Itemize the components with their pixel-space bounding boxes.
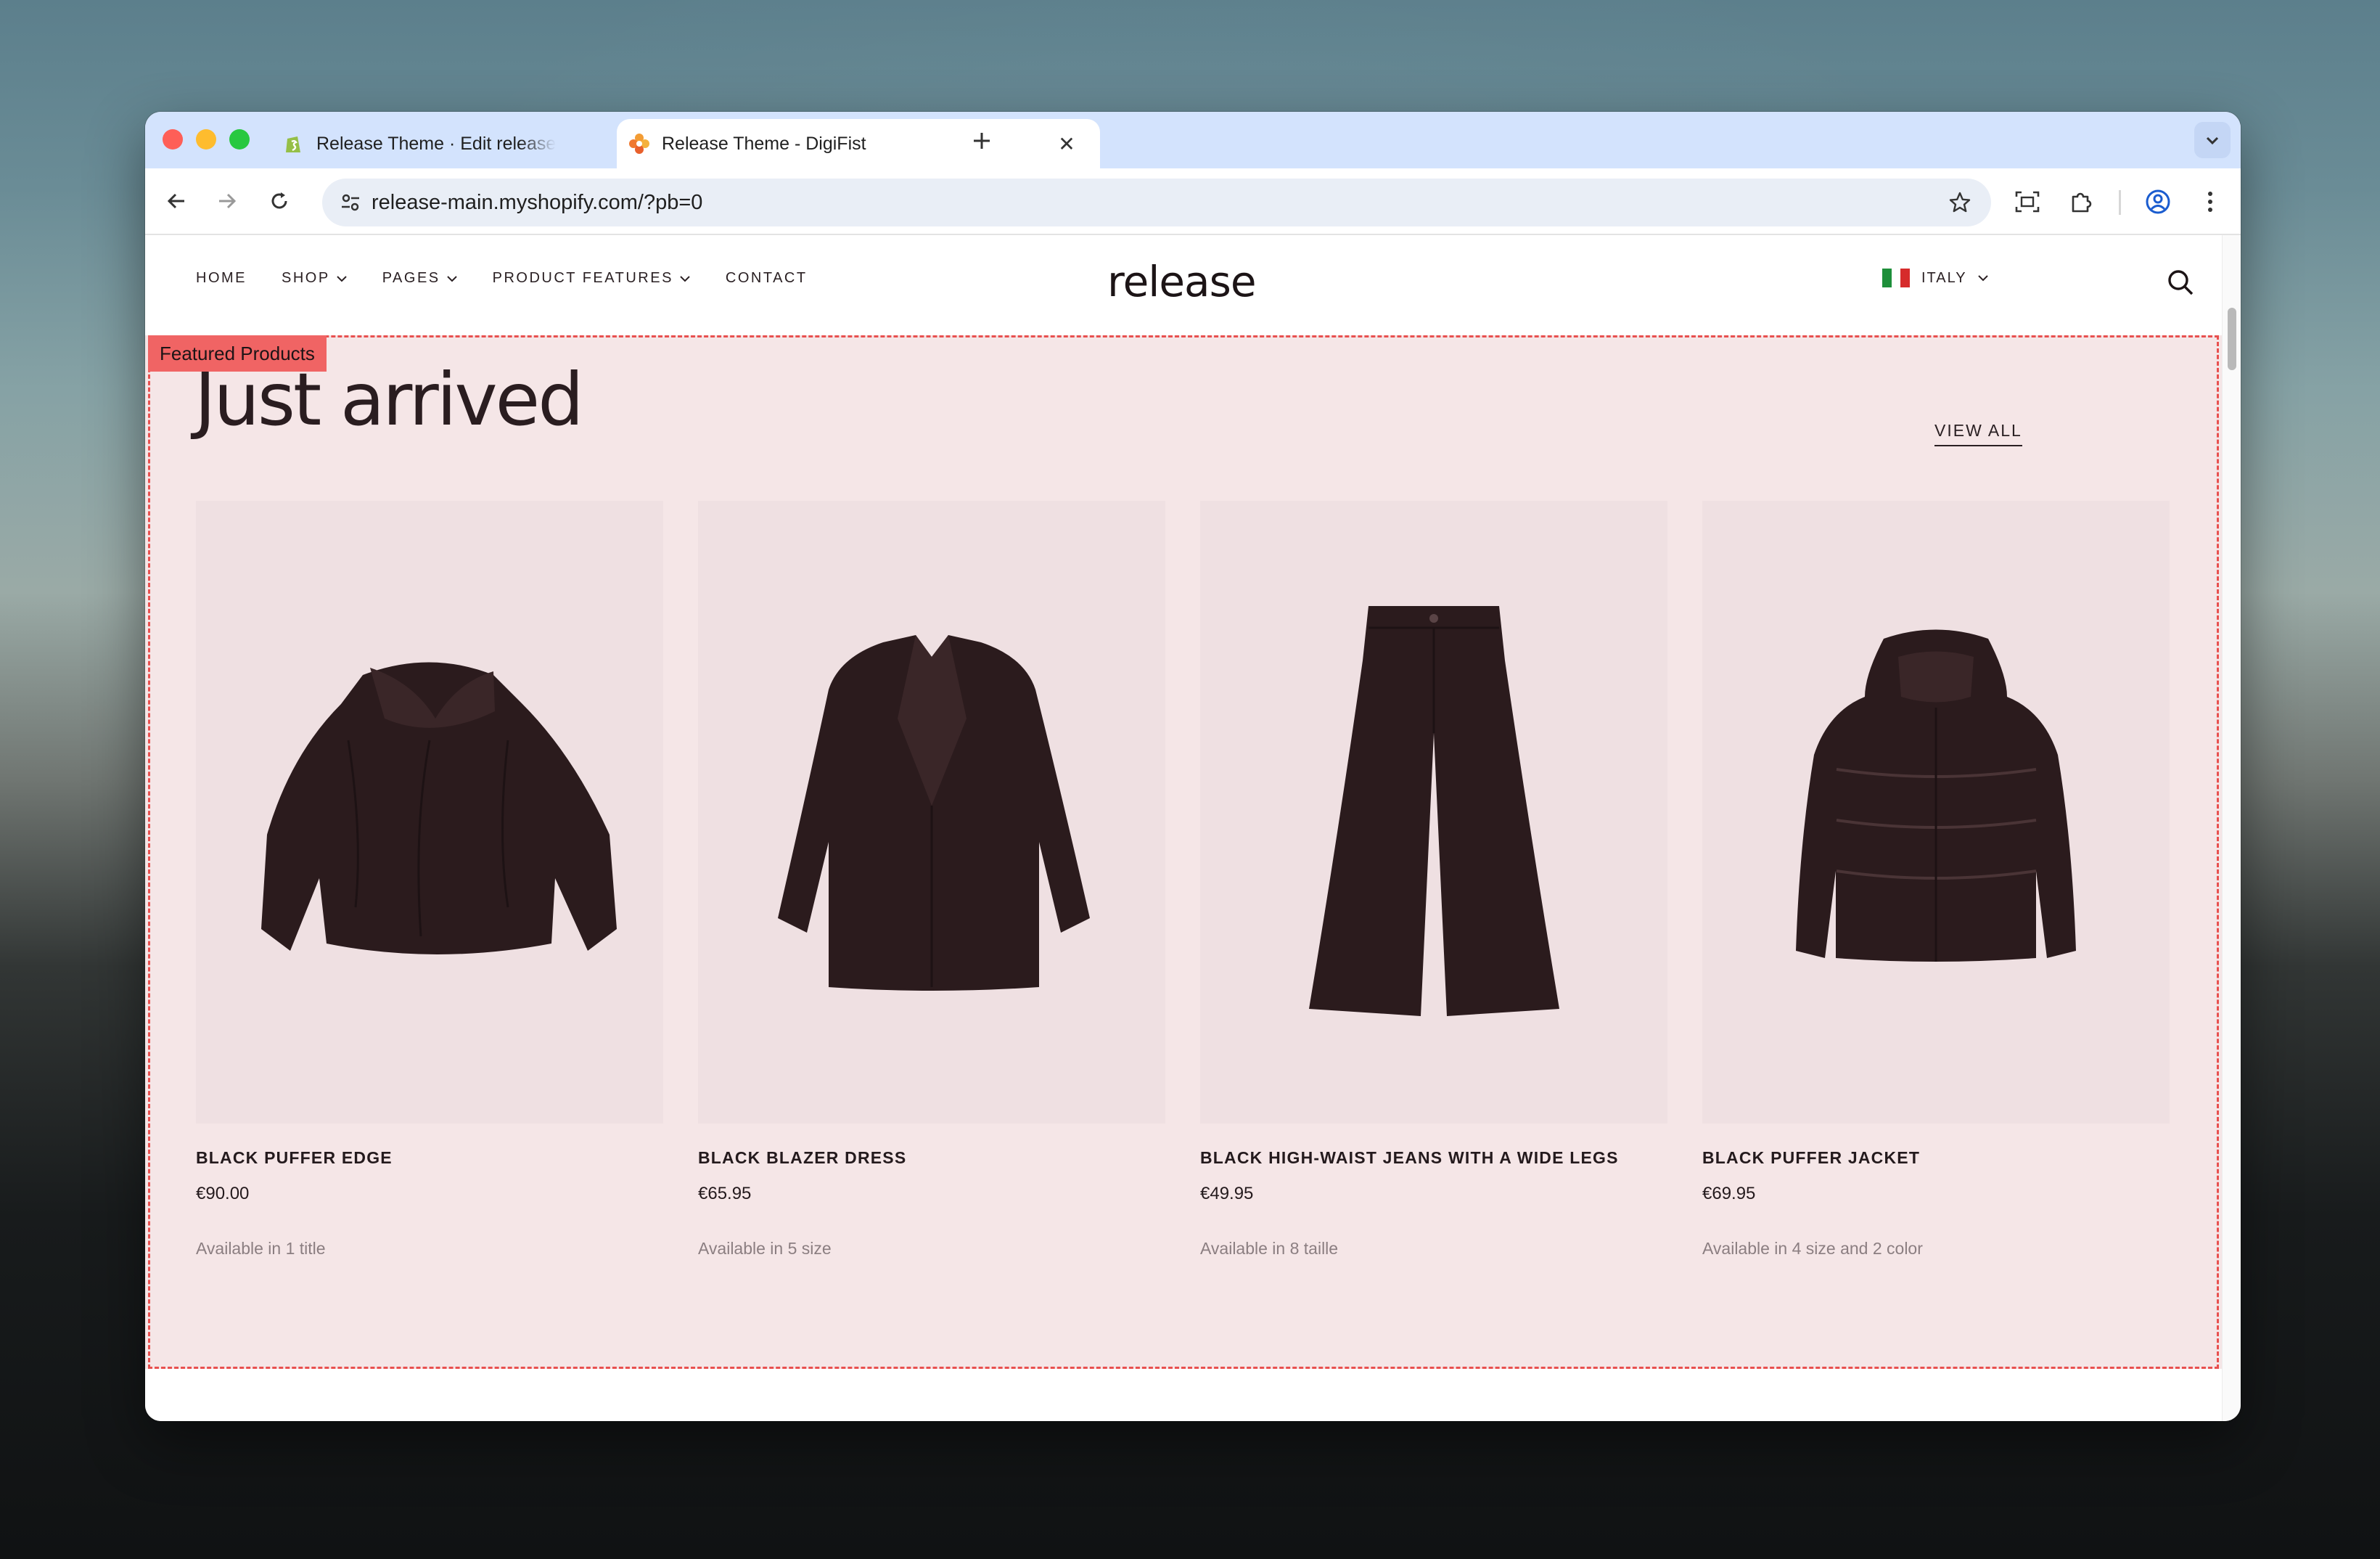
arrow-left-icon — [167, 193, 184, 209]
nav-pages[interactable]: PAGES — [382, 270, 458, 287]
nav-label: HOME — [196, 270, 247, 286]
product-name[interactable]: BLACK HIGH-WAIST JEANS WITH A WIDE LEGS — [1200, 1148, 1667, 1168]
puffer-edge-image — [261, 662, 617, 954]
nav-label: PRODUCT FEATURES — [492, 270, 673, 286]
nav-label: SHOP — [282, 270, 330, 286]
product-availability: Available in 4 size and 2 color — [1702, 1239, 1923, 1258]
close-window-button[interactable] — [163, 129, 183, 150]
product-image[interactable] — [1702, 501, 2170, 1124]
product-name[interactable]: BLACK BLAZER DRESS — [698, 1148, 1165, 1168]
wide-leg-jeans-image — [1309, 606, 1559, 1016]
section-label-tag[interactable]: Featured Products — [148, 335, 327, 372]
tab-title: Release Theme - DigiFist — [662, 133, 866, 154]
main-nav: HOME SHOP PAGES PRODUCT FEATURES CONTACT — [196, 270, 842, 287]
product-card[interactable]: BLACK PUFFER JACKET €69.95 Available in … — [1702, 501, 2170, 1259]
reload-icon — [271, 192, 287, 209]
page-scrollbar[interactable] — [2222, 235, 2241, 1421]
scrollbar-thumb[interactable] — [2228, 308, 2236, 370]
browser-toolbar: release-main.myshopify.com/?pb=0 — [145, 168, 2241, 235]
country-label: ITALY — [1921, 269, 1967, 286]
minimize-window-button[interactable] — [196, 129, 216, 150]
product-name[interactable]: BLACK PUFFER JACKET — [1702, 1148, 2170, 1168]
chevron-down-icon — [1977, 275, 1988, 282]
product-availability: Available in 1 title — [196, 1239, 326, 1258]
more-menu-icon[interactable] — [2193, 184, 2228, 219]
chevron-down-icon — [336, 275, 347, 282]
maximize-window-button[interactable] — [229, 129, 250, 150]
tab-title: Release Theme · Edit release — [316, 133, 556, 154]
shopify-icon — [283, 133, 305, 155]
bookmark-star-icon[interactable] — [1945, 187, 1975, 218]
tab-digifist[interactable]: Release Theme - DigiFist ✕ — [617, 119, 1100, 168]
product-card[interactable]: BLACK PUFFER EDGE €90.00 Available in 1 … — [196, 501, 663, 1259]
reload-button[interactable] — [261, 183, 298, 219]
close-icon[interactable]: ✕ — [1054, 131, 1080, 157]
chevron-down-icon — [2206, 136, 2219, 145]
toolbar-divider — [2119, 190, 2121, 215]
arrow-right-icon — [219, 193, 237, 209]
forward-button[interactable] — [209, 183, 245, 219]
product-availability: Available in 8 taille — [1200, 1239, 1339, 1258]
view-all-link[interactable]: VIEW ALL — [1934, 421, 2022, 446]
product-price: €49.95 — [1200, 1184, 1254, 1203]
back-button[interactable] — [158, 183, 194, 219]
nav-shop[interactable]: SHOP — [282, 270, 348, 287]
blazer-dress-image — [778, 635, 1090, 991]
search-icon[interactable] — [2162, 264, 2199, 300]
browser-window: Release Theme · Edit release ✕ Release T… — [145, 112, 2241, 1421]
puffer-jacket-image — [1796, 629, 2076, 962]
new-tab-button[interactable] — [964, 125, 1000, 157]
site-settings-icon[interactable] — [335, 187, 366, 218]
italy-flag-icon — [1882, 269, 1911, 287]
product-image[interactable] — [698, 501, 1165, 1124]
extensions-icon[interactable] — [2064, 184, 2098, 219]
nav-product-features[interactable]: PRODUCT FEATURES — [493, 270, 691, 287]
product-name[interactable]: BLACK PUFFER EDGE — [196, 1148, 663, 1168]
product-price: €69.95 — [1702, 1184, 1756, 1203]
product-card[interactable]: BLACK HIGH-WAIST JEANS WITH A WIDE LEGS … — [1200, 501, 1667, 1259]
tab-strip: Release Theme · Edit release ✕ Release T… — [145, 112, 2241, 168]
store-logo[interactable]: release — [1107, 257, 1256, 306]
digifist-icon — [628, 133, 650, 155]
url-text: release-main.myshopify.com/?pb=0 — [372, 191, 703, 214]
chevron-down-icon — [680, 275, 690, 282]
product-card[interactable]: BLACK BLAZER DRESS €65.95 Available in 5… — [698, 501, 1165, 1259]
nav-contact[interactable]: CONTACT — [726, 270, 808, 287]
site-header: HOME SHOP PAGES PRODUCT FEATURES CONTACT… — [145, 235, 2222, 330]
profile-icon[interactable] — [2141, 184, 2175, 219]
nav-home[interactable]: HOME — [196, 270, 247, 287]
product-availability: Available in 5 size — [698, 1239, 832, 1258]
product-price: €90.00 — [196, 1184, 250, 1203]
nav-label: CONTACT — [725, 270, 808, 286]
chevron-down-icon — [446, 275, 457, 282]
web-page: HOME SHOP PAGES PRODUCT FEATURES CONTACT… — [145, 235, 2222, 1421]
nav-label: PAGES — [382, 270, 440, 286]
product-price: €65.95 — [698, 1184, 752, 1203]
country-selector[interactable]: ITALY — [1882, 269, 1989, 287]
screenshot-icon[interactable] — [2010, 184, 2045, 219]
product-image[interactable] — [196, 501, 663, 1124]
tab-search-button[interactable] — [2194, 122, 2231, 158]
address-bar[interactable]: release-main.myshopify.com/?pb=0 — [322, 179, 1991, 226]
product-image[interactable] — [1200, 501, 1667, 1124]
